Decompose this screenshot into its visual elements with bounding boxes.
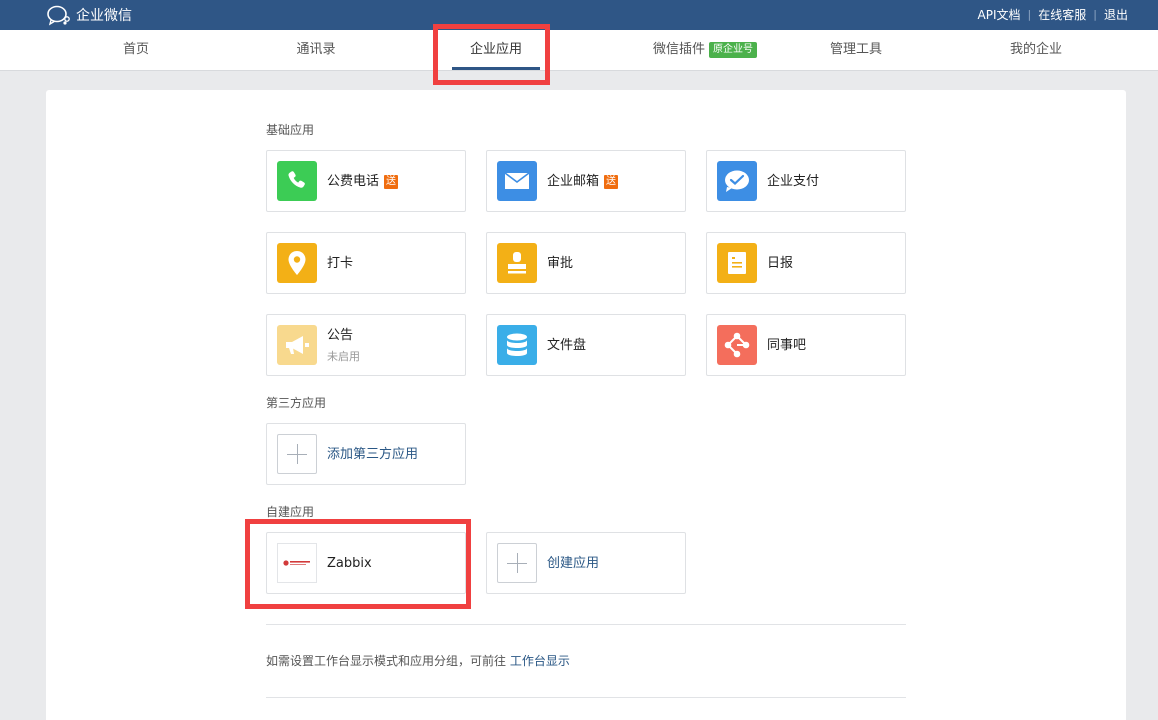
app-status: 未启用 [327, 350, 360, 363]
logout-link[interactable]: 退出 [1104, 6, 1128, 23]
nav-label: 管理工具 [829, 42, 882, 57]
add-third-party-app-tile[interactable]: 添加第三方应用 [266, 423, 466, 485]
megaphone-icon [277, 325, 317, 365]
nav-admin-tools[interactable]: 管理工具 [816, 30, 896, 71]
app-tile-colleague-bar[interactable]: 同事吧 [706, 314, 906, 376]
top-links: API文档 | 在线客服 | 退出 [978, 6, 1128, 23]
app-label: 公告 [327, 328, 354, 343]
nav-contacts[interactable]: 通讯录 [276, 30, 356, 71]
app-tile-mail[interactable]: 企业邮箱送 [486, 150, 686, 212]
nav-label: 通讯录 [296, 42, 336, 57]
mail-icon [497, 161, 537, 201]
section-title-self-built: 自建应用 [266, 505, 315, 519]
app-tile-checkin[interactable]: 打卡 [266, 232, 466, 294]
location-pin-icon [277, 243, 317, 283]
nav-label: 我的企业 [1009, 42, 1062, 57]
app-tile-payment[interactable]: 企业支付 [706, 150, 906, 212]
main-panel: 基础应用 公费电话送 企业邮箱送 企业支付 打卡 审批 日报 公告 未启用 文件… [46, 90, 1126, 720]
payment-icon [717, 161, 757, 201]
wework-logo-icon [47, 5, 70, 26]
divider [266, 697, 906, 698]
app-label: 添加第三方应用 [327, 447, 419, 462]
create-app-tile[interactable]: 创建应用 [486, 532, 686, 594]
gift-badge: 送 [384, 175, 399, 189]
top-bar: 企业微信 API文档 | 在线客服 | 退出 [0, 0, 1158, 30]
app-tile-phone[interactable]: 公费电话送 [266, 150, 466, 212]
app-label: 企业支付 [767, 174, 820, 189]
active-tab-indicator [452, 67, 540, 70]
nav-my-enterprise[interactable]: 我的企业 [996, 30, 1076, 71]
app-label: 审批 [547, 256, 574, 271]
legacy-badge: 原企业号 [709, 42, 757, 58]
app-label: Zabbix [327, 556, 372, 571]
separator: | [1027, 8, 1032, 21]
workspace-hint: 如需设置工作台显示模式和应用分组，可前往 工作台显示 [266, 652, 570, 669]
phone-icon [277, 161, 317, 201]
app-label: 同事吧 [767, 338, 807, 353]
nav-label: 首页 [122, 42, 149, 57]
zabbix-logo-icon [277, 543, 317, 583]
app-tile-approval[interactable]: 审批 [486, 232, 686, 294]
plus-icon [497, 543, 537, 583]
brand[interactable]: 企业微信 [46, 4, 132, 26]
workspace-display-link[interactable]: 工作台显示 [510, 654, 570, 668]
api-docs-link[interactable]: API文档 [978, 6, 1021, 23]
nav-label: 微信插件 [652, 42, 705, 57]
nav-enterprise-apps[interactable]: 企业应用 [452, 30, 540, 71]
database-icon [497, 325, 537, 365]
app-tile-daily-report[interactable]: 日报 [706, 232, 906, 294]
online-support-link[interactable]: 在线客服 [1038, 6, 1086, 23]
app-label: 日报 [767, 256, 794, 271]
app-tile-announcement[interactable]: 公告 未启用 [266, 314, 466, 376]
stamp-icon [497, 243, 537, 283]
app-tile-file-disk[interactable]: 文件盘 [486, 314, 686, 376]
nav-wechat-plugin[interactable]: 微信插件 原企业号 [640, 30, 770, 71]
app-label: 创建应用 [547, 556, 600, 571]
network-icon [717, 325, 757, 365]
main-nav: 首页 通讯录 企业应用 微信插件 原企业号 管理工具 我的企业 [0, 30, 1158, 71]
app-label: 文件盘 [547, 338, 587, 353]
nav-home[interactable]: 首页 [96, 30, 176, 71]
app-label: 打卡 [327, 256, 354, 271]
app-tile-zabbix[interactable]: Zabbix [266, 532, 466, 594]
divider [266, 624, 906, 625]
nav-label: 企业应用 [469, 42, 522, 57]
brand-name: 企业微信 [76, 8, 132, 24]
gift-badge: 送 [604, 175, 619, 189]
app-label: 公费电话送 [327, 174, 399, 189]
plus-icon [277, 434, 317, 474]
app-label: 企业邮箱送 [547, 174, 619, 189]
separator: | [1093, 8, 1097, 21]
section-title-third-party: 第三方应用 [266, 396, 327, 410]
report-icon [717, 243, 757, 283]
hint-text: 如需设置工作台显示模式和应用分组，可前往 [266, 654, 507, 668]
section-title-basic: 基础应用 [266, 123, 315, 137]
